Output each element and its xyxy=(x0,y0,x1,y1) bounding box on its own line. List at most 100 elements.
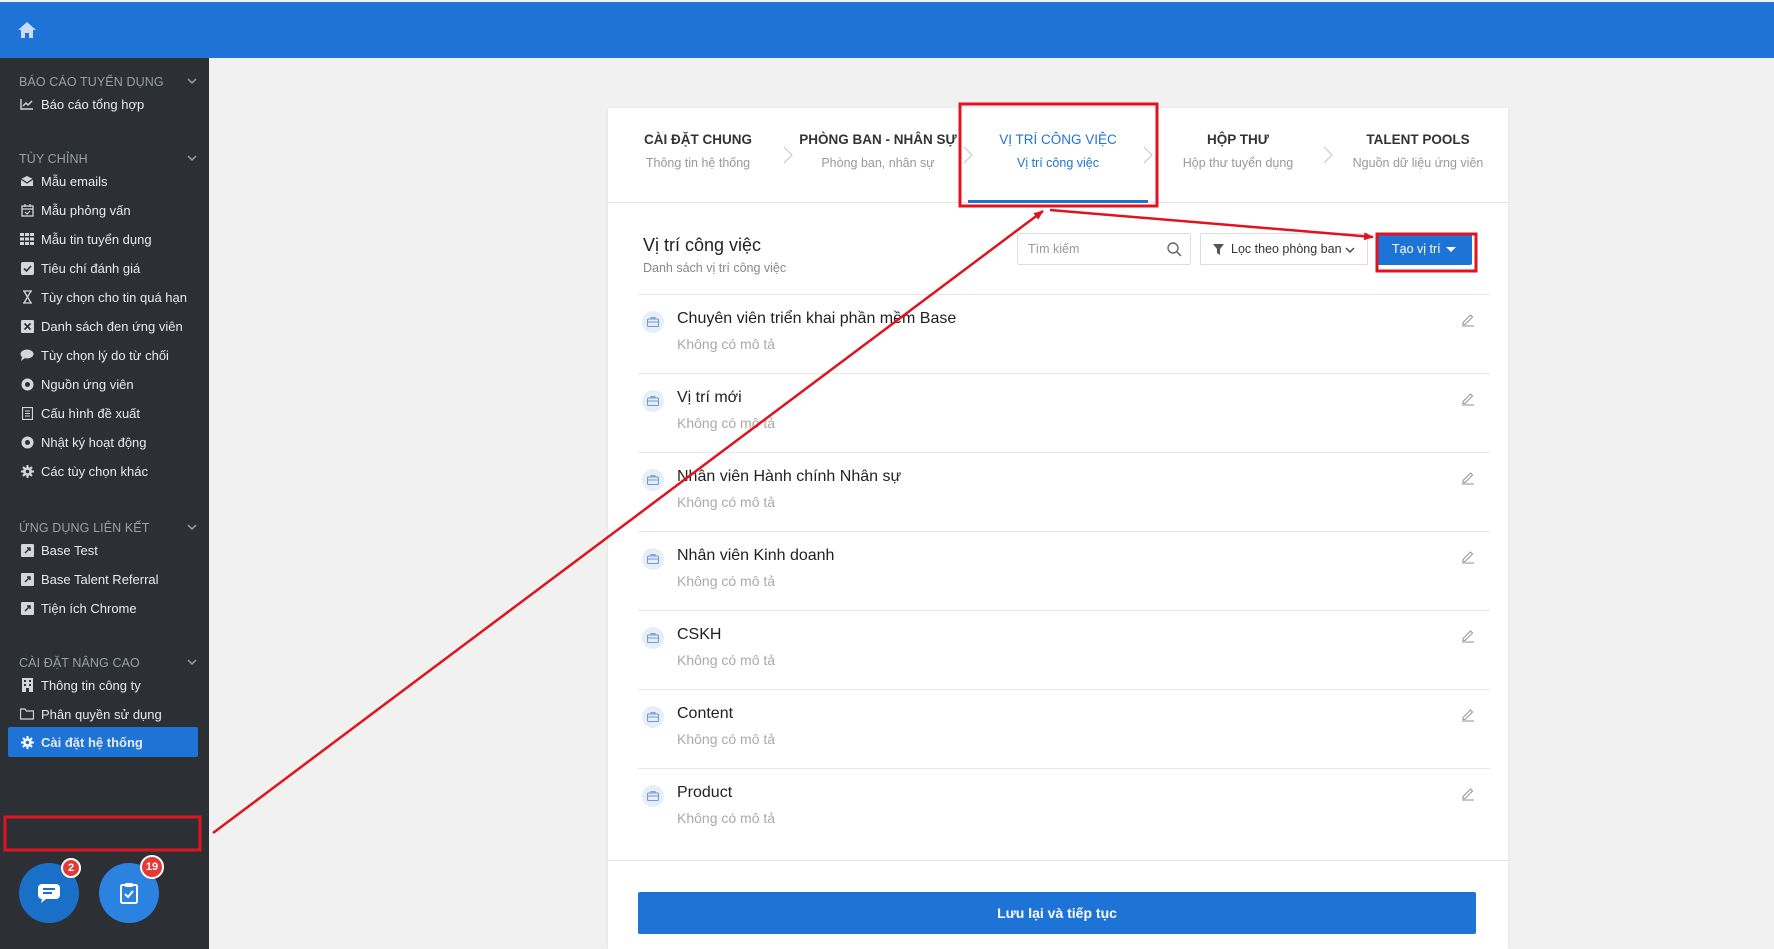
page-title: Vị trí công việc xyxy=(643,235,762,255)
sidebar-item-candidate-sources[interactable]: Nguồn ứng viên xyxy=(19,372,134,396)
sidebar-item-email-templates[interactable]: Mẫu emails xyxy=(19,169,107,193)
position-row[interactable]: Content Không có mô tả xyxy=(638,689,1490,768)
chat-button[interactable]: 2 xyxy=(19,858,81,923)
sidebar-item-job-templates[interactable]: Mẫu tin tuyển dụng xyxy=(19,227,152,251)
caret-down-icon xyxy=(1446,247,1456,252)
top-bar xyxy=(0,2,1774,58)
position-row[interactable]: Vị trí mới Không có mô tả xyxy=(638,373,1490,452)
edit-pencil-icon[interactable] xyxy=(1460,311,1476,327)
line-chart-icon xyxy=(19,96,35,112)
position-name: Vị trí mới xyxy=(677,389,742,406)
chat-badge: 2 xyxy=(61,858,81,878)
sidebar-item-base-test[interactable]: Base Test xyxy=(19,538,98,562)
sidebar-item-company-info[interactable]: Thông tin công ty xyxy=(19,673,141,697)
save-continue-button[interactable]: Lưu lại và tiếp tục xyxy=(638,892,1476,934)
sidebar-item-expired-options[interactable]: Tùy chọn cho tin quá hạn xyxy=(19,285,187,309)
search-input[interactable] xyxy=(1017,233,1191,265)
sidebar-item-general-report[interactable]: Báo cáo tổng hợp xyxy=(19,92,144,116)
sidebar-item-permissions[interactable]: Phân quyền sử dụng xyxy=(19,702,162,726)
step-talent-pools[interactable]: TALENT POOLS Nguồn dữ liệu ứng viên xyxy=(1328,132,1508,170)
section-title: ỨNG DỤNG LIÊN KẾT xyxy=(19,521,150,535)
step-departments[interactable]: PHÒNG BAN - NHÂN SỰ Phòng ban, nhân sự xyxy=(788,132,968,170)
tasks-badge: 19 xyxy=(140,855,164,879)
tasks-button[interactable]: 19 xyxy=(99,855,164,923)
settings-card: CÀI ĐẶT CHUNG Thông tin hệ thống PHÒNG B… xyxy=(608,108,1508,949)
edit-pencil-icon[interactable] xyxy=(1460,706,1476,722)
eye-icon xyxy=(19,434,35,450)
position-name: Nhân viên Kinh doanh xyxy=(677,547,835,564)
gear-icon xyxy=(19,734,35,750)
edit-pencil-icon[interactable] xyxy=(1460,627,1476,643)
edit-pencil-icon[interactable] xyxy=(1460,785,1476,801)
sidebar-item-reject-reasons[interactable]: Tùy chọn lý do từ chối xyxy=(19,343,169,367)
chevron-down-icon xyxy=(187,78,197,85)
create-position-button[interactable]: Tạo vị trí xyxy=(1376,233,1472,265)
section-header-advanced[interactable]: CÀI ĐẶT NÂNG CAO xyxy=(19,656,197,670)
chat-icon xyxy=(38,884,60,903)
sidebar-item-evaluation-criteria[interactable]: Tiêu chí đánh giá xyxy=(19,256,140,280)
position-description: Không có mô tả xyxy=(677,415,776,431)
sidebar-item-interview-templates[interactable]: Mẫu phỏng vấn xyxy=(19,198,131,222)
position-name: Product xyxy=(677,784,733,801)
step-mailbox[interactable]: HỘP THƯ Hộp thư tuyển dụng xyxy=(1148,132,1328,170)
step-job-positions[interactable]: VỊ TRÍ CÔNG VIỆC Vị trí công việc xyxy=(968,132,1148,170)
chevron-down-icon xyxy=(187,155,197,162)
briefcase-icon xyxy=(642,627,664,649)
filter-icon xyxy=(1213,243,1224,255)
active-step-indicator xyxy=(968,200,1148,203)
position-row[interactable]: CSKH Không có mô tả xyxy=(638,610,1490,689)
sidebar-item-blacklist[interactable]: Danh sách đen ứng viên xyxy=(19,314,183,338)
gear-icon xyxy=(19,463,35,479)
section-header-integrations[interactable]: ỨNG DỤNG LIÊN KẾT xyxy=(19,521,197,535)
position-description: Không có mô tả xyxy=(677,494,776,510)
folder-icon xyxy=(19,706,35,722)
position-row[interactable]: Chuyên viên triển khai phần mềm Base Khô… xyxy=(638,294,1490,373)
position-row[interactable]: Product Không có mô tả xyxy=(638,768,1490,847)
step-general[interactable]: CÀI ĐẶT CHUNG Thông tin hệ thống xyxy=(608,132,788,170)
hourglass-icon xyxy=(19,289,35,305)
chevron-down-icon xyxy=(187,659,197,666)
position-row[interactable]: Nhân viên Kinh doanh Không có mô tả xyxy=(638,531,1490,610)
sidebar: BÁO CÁO TUYỂN DỤNG Báo cáo tổng hợp TÙY … xyxy=(0,58,209,949)
x-box-icon xyxy=(19,318,35,334)
envelope-icon xyxy=(19,173,35,189)
sidebar-item-system-settings[interactable]: Cài đặt hệ thống xyxy=(8,727,198,757)
briefcase-icon xyxy=(642,311,664,333)
sidebar-item-proposal-config[interactable]: Cấu hình đề xuất xyxy=(19,401,140,425)
document-icon xyxy=(19,405,35,421)
edit-pencil-icon[interactable] xyxy=(1460,390,1476,406)
position-name: Chuyên viên triển khai phần mềm Base xyxy=(677,310,957,327)
edit-pencil-icon[interactable] xyxy=(1460,469,1476,485)
section-title: CÀI ĐẶT NÂNG CAO xyxy=(19,656,140,670)
divider xyxy=(608,860,1508,861)
section-title: BÁO CÁO TUYỂN DỤNG xyxy=(19,75,164,89)
home-icon[interactable] xyxy=(16,20,38,40)
briefcase-icon xyxy=(642,548,664,570)
sidebar-item-other-options[interactable]: Các tùy chọn khác xyxy=(19,459,148,483)
position-description: Không có mô tả xyxy=(677,573,776,589)
sidebar-item-chrome-extension[interactable]: Tiện ích Chrome xyxy=(19,596,137,620)
position-description: Không có mô tả xyxy=(677,652,776,668)
briefcase-icon xyxy=(642,785,664,807)
edit-pencil-icon[interactable] xyxy=(1460,548,1476,564)
checkbox-icon xyxy=(19,260,35,276)
external-link-icon xyxy=(19,571,35,587)
department-filter-dropdown[interactable]: Lọc theo phòng ban xyxy=(1200,233,1368,265)
grid-icon xyxy=(19,231,35,247)
briefcase-icon xyxy=(642,706,664,728)
search-icon[interactable] xyxy=(1167,242,1182,257)
position-description: Không có mô tả xyxy=(677,336,776,352)
external-link-icon xyxy=(19,600,35,616)
page-subtitle: Danh sách vị trí công việc xyxy=(643,261,787,275)
section-header-reports[interactable]: BÁO CÁO TUYỂN DỤNG xyxy=(19,75,197,89)
position-row[interactable]: Nhân viên Hành chính Nhân sự Không có mô… xyxy=(638,452,1490,531)
section-title: TÙY CHỈNH xyxy=(19,152,88,166)
sidebar-item-talent-referral[interactable]: Base Talent Referral xyxy=(19,567,159,591)
briefcase-icon xyxy=(642,469,664,491)
position-name: Nhân viên Hành chính Nhân sự xyxy=(677,468,902,485)
sidebar-item-activity-log[interactable]: Nhật ký hoạt động xyxy=(19,430,147,454)
section-header-customize[interactable]: TÙY CHỈNH xyxy=(19,152,197,166)
briefcase-icon xyxy=(642,390,664,412)
comment-icon xyxy=(19,347,35,363)
position-description: Không có mô tả xyxy=(677,810,776,826)
